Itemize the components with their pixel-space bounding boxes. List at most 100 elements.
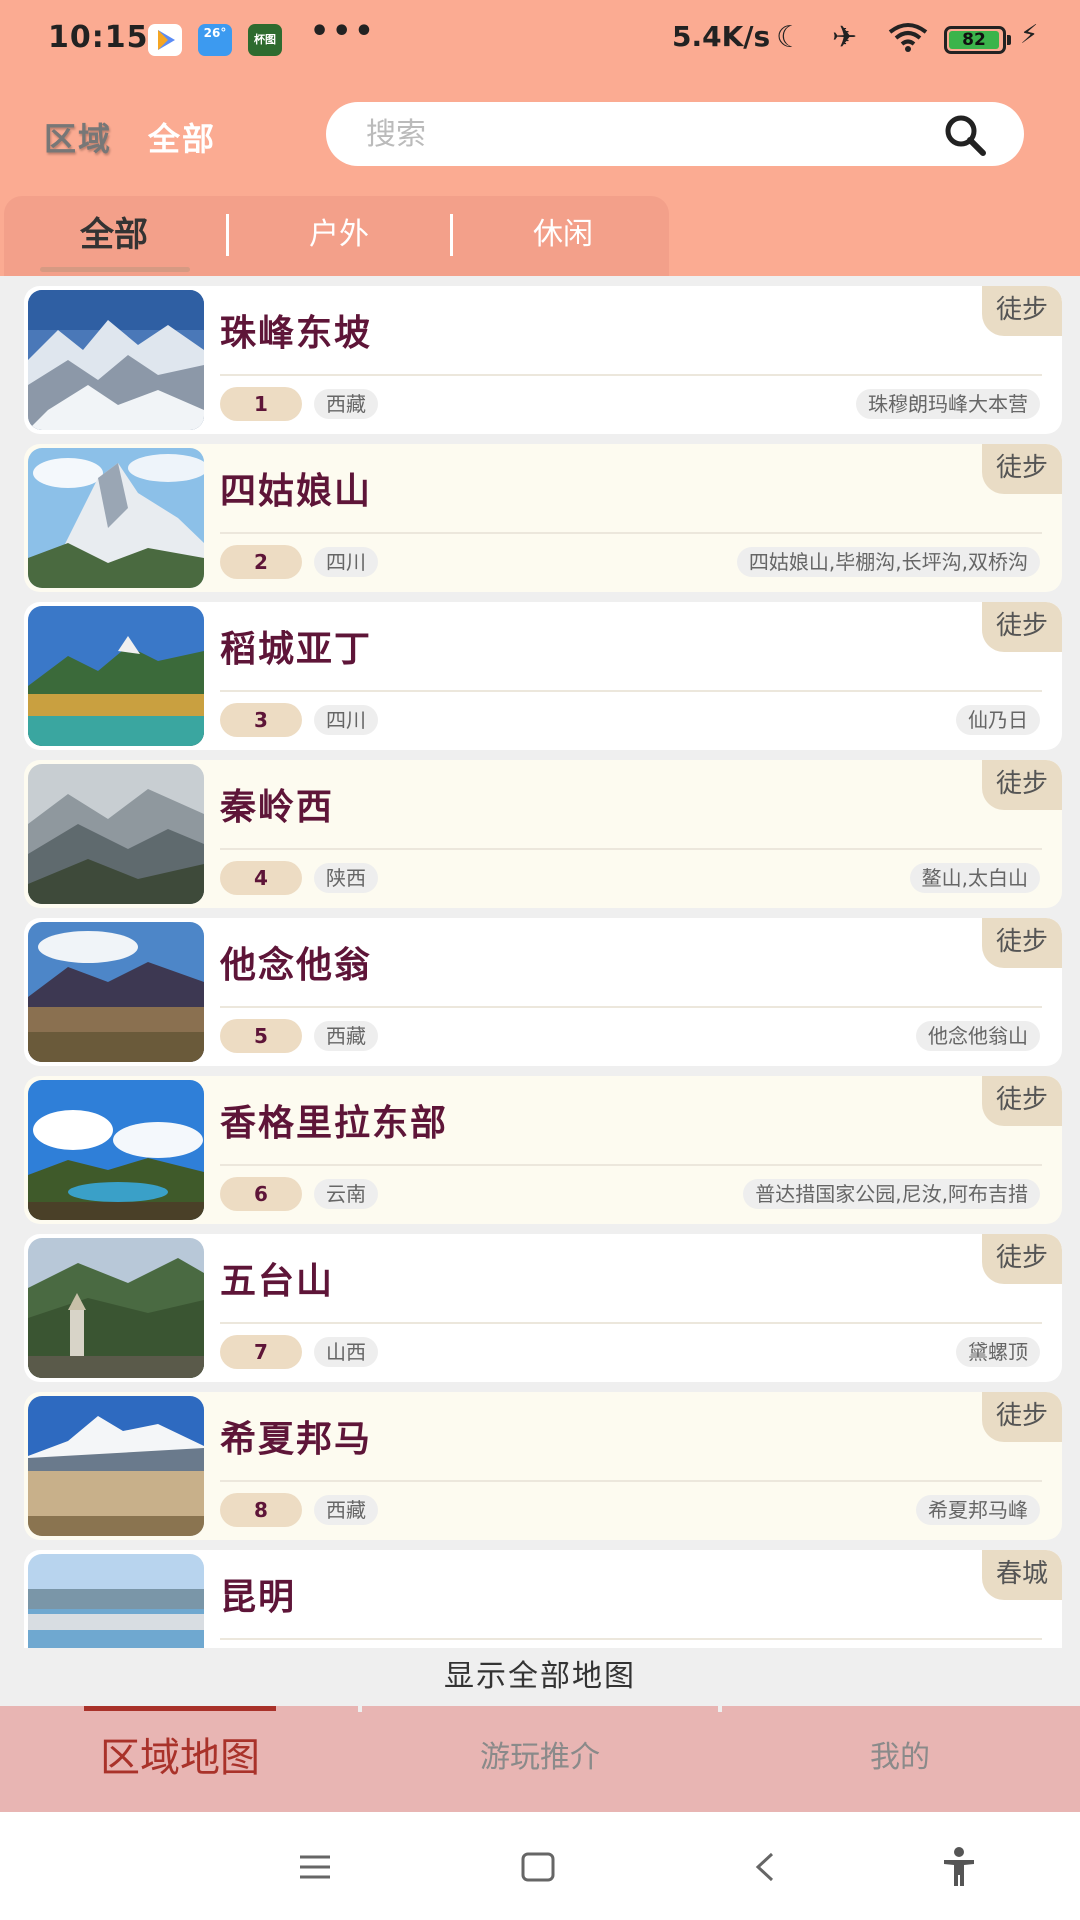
nav-region-map[interactable]: 区域地图 [0, 1706, 360, 1812]
place-tag: 黛螺顶 [956, 1337, 1040, 1367]
item-number-badge: 4 [220, 861, 302, 895]
region-label: 区域 [44, 120, 113, 158]
wifi-icon [888, 22, 928, 60]
type-badge: 徒步 [981, 602, 1062, 652]
destination-thumbnail [28, 448, 204, 588]
search-bar[interactable] [326, 102, 1024, 166]
search-input[interactable] [366, 112, 926, 156]
list-item[interactable]: 稻城亚丁 3 四川 仙乃日 徒步 [24, 602, 1062, 750]
type-badge: 徒步 [981, 918, 1062, 968]
province-tag: 西藏 [314, 389, 378, 419]
divider [220, 690, 1042, 692]
destination-thumbnail [28, 1396, 204, 1536]
province-tag: 陕西 [314, 863, 378, 893]
item-title: 希夏邦马 [220, 1419, 373, 1460]
show-all-map-button[interactable]: 显示全部地图 [0, 1648, 1080, 1706]
nav-recommendations-label: 游玩推介 [480, 1740, 600, 1775]
bottom-nav: 区域地图 游玩推介 我的 [0, 1706, 1080, 1812]
system-nav-bar [0, 1812, 1080, 1920]
destination-thumbnail [28, 606, 204, 746]
category-tabs: 全部 户外 休闲 [4, 196, 669, 276]
type-badge: 徒步 [981, 444, 1062, 494]
list-item[interactable]: 秦岭西 4 陕西 鳌山,太白山 徒步 [24, 760, 1062, 908]
destination-thumbnail [28, 290, 204, 430]
net-speed: 5.4K/s [672, 20, 771, 53]
search-icon[interactable] [944, 114, 986, 156]
divider [220, 532, 1042, 534]
place-tag: 四姑娘山,毕棚沟,长坪沟,双桥沟 [736, 547, 1040, 577]
list-item[interactable]: 昆明 9 春城 [24, 1550, 1062, 1648]
divider [220, 1480, 1042, 1482]
type-badge: 徒步 [981, 1076, 1062, 1126]
status-bar: 10:15 26° 杯图 ••• 5.4K/s ☾ ✈ 82 ⚡ [0, 0, 1080, 80]
destination-thumbnail [28, 1554, 204, 1648]
overflow-icon: ••• [310, 14, 377, 49]
tab-outdoor[interactable]: 户外 [229, 196, 449, 276]
destination-thumbnail [28, 922, 204, 1062]
item-title: 他念他翁 [220, 945, 373, 986]
play-store-icon [148, 24, 182, 56]
destination-list[interactable]: 珠峰东坡 1 西藏 珠穆朗玛峰大本营 徒步 四姑娘山 2 四川 四姑娘山,毕棚沟… [0, 276, 1080, 1648]
province-tag: 西藏 [314, 1021, 378, 1051]
list-item[interactable]: 四姑娘山 2 四川 四姑娘山,毕棚沟,长坪沟,双桥沟 徒步 [24, 444, 1062, 592]
back-icon[interactable] [740, 1842, 790, 1892]
nav-recommendations[interactable]: 游玩推介 [360, 1706, 720, 1812]
menu-icon[interactable] [290, 1842, 340, 1892]
tab-leisure-label: 休闲 [533, 217, 593, 252]
item-number-badge: 5 [220, 1019, 302, 1053]
item-number-badge: 7 [220, 1335, 302, 1369]
item-number-badge: 8 [220, 1493, 302, 1527]
tab-all[interactable]: 全部 [4, 196, 224, 276]
charging-icon: ⚡ [1020, 20, 1039, 50]
nav-region-map-label: 区域地图 [100, 1735, 260, 1781]
list-item[interactable]: 希夏邦马 8 西藏 希夏邦马峰 徒步 [24, 1392, 1062, 1540]
divider [220, 374, 1042, 376]
list-item[interactable]: 五台山 7 山西 黛螺顶 徒步 [24, 1234, 1062, 1382]
home-icon[interactable] [513, 1842, 563, 1892]
weather-temp: 26° [203, 26, 227, 40]
list-item[interactable]: 珠峰东坡 1 西藏 珠穆朗玛峰大本营 徒步 [24, 286, 1062, 434]
divider [220, 1638, 1042, 1640]
list-item[interactable]: 他念他翁 5 西藏 他念他翁山 徒步 [24, 918, 1062, 1066]
item-title: 五台山 [220, 1261, 335, 1302]
status-time: 10:15 [48, 20, 149, 55]
province-tag: 云南 [314, 1179, 378, 1209]
divider [220, 1322, 1042, 1324]
divider [220, 1164, 1042, 1166]
tab-leisure[interactable]: 休闲 [453, 196, 673, 276]
item-title: 昆明 [220, 1577, 297, 1618]
cup-app-label: 杯图 [254, 33, 276, 46]
type-badge: 徒步 [981, 1392, 1062, 1442]
item-number-badge: 2 [220, 545, 302, 579]
type-badge: 徒步 [981, 760, 1062, 810]
divider [220, 1006, 1042, 1008]
accessibility-icon[interactable] [934, 1842, 984, 1892]
place-tag: 仙乃日 [956, 705, 1040, 735]
tab-all-label: 全部 [80, 215, 148, 255]
destination-thumbnail [28, 1080, 204, 1220]
destination-thumbnail [28, 1238, 204, 1378]
moon-icon: ☾ [776, 20, 803, 55]
region-selector[interactable]: 全部 [148, 114, 216, 160]
destination-thumbnail [28, 764, 204, 904]
place-tag: 普达措国家公园,尼汝,阿布吉措 [743, 1179, 1040, 1209]
type-badge: 春城 [981, 1550, 1062, 1600]
list-item[interactable]: 香格里拉东部 6 云南 普达措国家公园,尼汝,阿布吉措 徒步 [24, 1076, 1062, 1224]
item-title: 香格里拉东部 [220, 1103, 449, 1144]
type-badge: 徒步 [981, 286, 1062, 336]
type-badge: 徒步 [981, 1234, 1062, 1284]
place-tag: 鳌山,太白山 [909, 863, 1040, 893]
tab-active-indicator [40, 267, 190, 272]
item-title: 秦岭西 [220, 787, 335, 828]
province-tag: 四川 [314, 705, 378, 735]
top-header: 10:15 26° 杯图 ••• 5.4K/s ☾ ✈ 82 ⚡ 区域 全部 搜… [0, 0, 1080, 276]
item-number-badge: 6 [220, 1177, 302, 1211]
nav-mine[interactable]: 我的 [720, 1706, 1080, 1812]
divider [220, 848, 1042, 850]
item-title: 四姑娘山 [220, 471, 373, 512]
item-number-badge: 1 [220, 387, 302, 421]
place-tag: 珠穆朗玛峰大本营 [856, 389, 1040, 419]
battery-icon: 82 [944, 26, 1011, 54]
app-icon: 杯图 [248, 24, 282, 56]
item-title: 稻城亚丁 [220, 629, 373, 670]
